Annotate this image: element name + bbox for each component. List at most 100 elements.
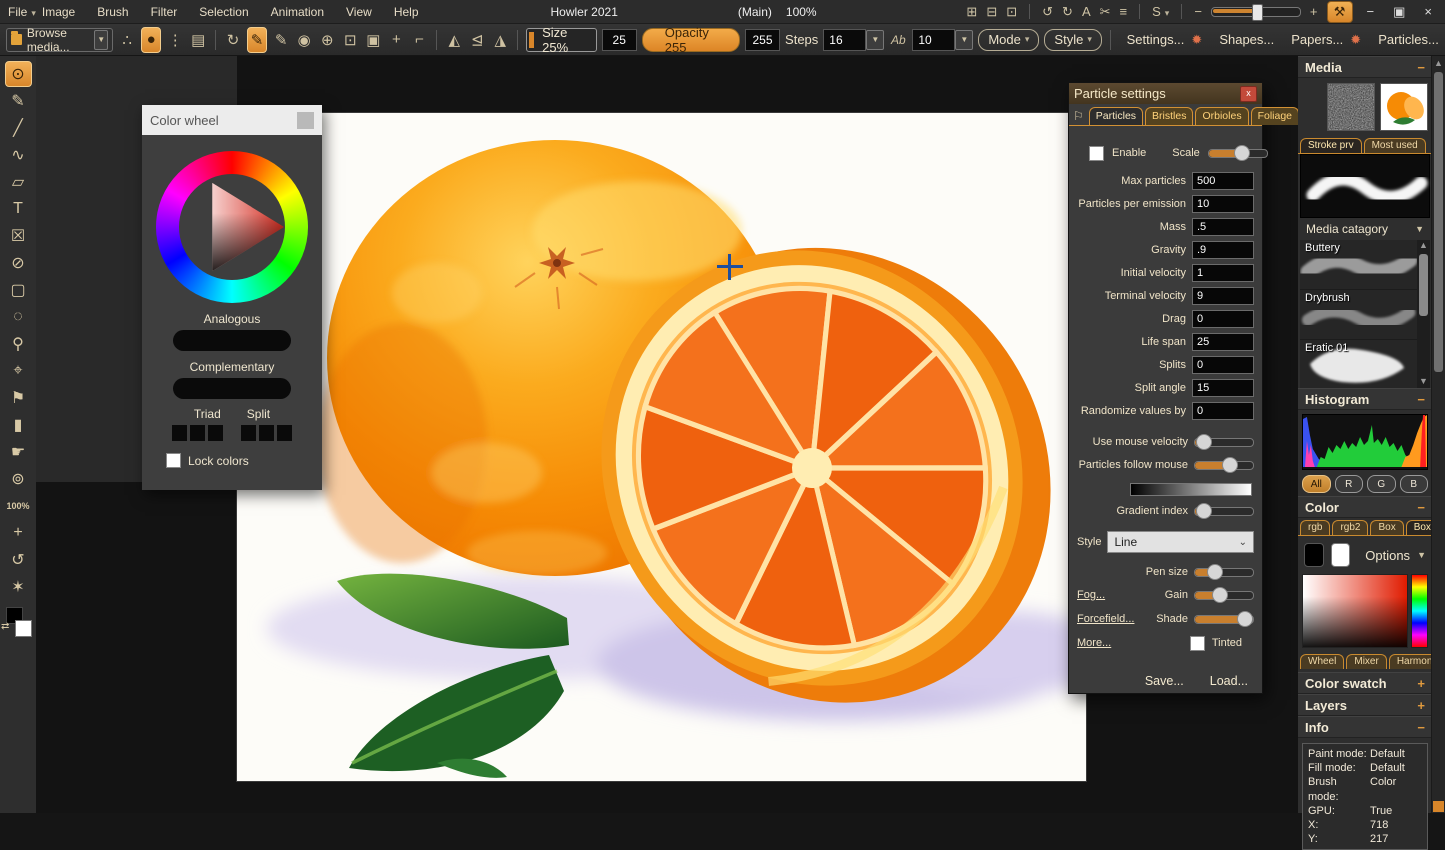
browse-media-dropdown[interactable]: ▼ [94, 30, 108, 50]
info-section-header[interactable]: Info − [1298, 716, 1432, 738]
menu-animation[interactable]: Animation [271, 5, 324, 19]
menu-view[interactable]: View [346, 5, 372, 19]
tab-bristles[interactable]: Bristles [1145, 107, 1193, 125]
smoothing-icon[interactable]: S [1152, 4, 1169, 19]
brush-item[interactable]: Buttery [1300, 240, 1430, 290]
flip-horizontal-icon[interactable]: ◭ [445, 28, 463, 52]
paper-texture-thumbnail[interactable] [1327, 83, 1375, 131]
menu-help[interactable]: Help [394, 5, 419, 19]
histogram-g-button[interactable]: G [1367, 475, 1396, 493]
slider-plus-icon[interactable]: + [1310, 4, 1318, 19]
scrollbar-thumb[interactable] [1434, 72, 1443, 372]
undo-tool[interactable]: ↺ [5, 547, 32, 573]
tab-particles[interactable]: Particles [1089, 107, 1143, 125]
particles-link[interactable]: Particles... [1378, 32, 1439, 47]
zoom-100-tool[interactable]: 100% [5, 493, 32, 519]
picker-tool[interactable]: ⌖ [5, 358, 32, 384]
save-button[interactable]: Save... [1145, 674, 1184, 688]
options-dropdown[interactable]: Options [1365, 548, 1410, 563]
color-wheel-close-button[interactable] [297, 112, 314, 129]
tab-foliage[interactable]: Foliage [1251, 107, 1299, 125]
scroll-up-icon[interactable]: ▲ [1419, 240, 1428, 252]
splits-input[interactable] [1192, 356, 1254, 374]
saturation-value-box[interactable] [1302, 574, 1408, 648]
life-span-input[interactable] [1192, 333, 1254, 351]
split-angle-input[interactable] [1192, 379, 1254, 397]
image-thumbnail[interactable] [1380, 83, 1428, 131]
gradient-index-slider[interactable] [1194, 507, 1254, 516]
panel-scrollbar[interactable]: ▲ [1431, 56, 1445, 813]
scroll-down-icon[interactable]: ▼ [1419, 376, 1428, 388]
screen-layout-icon-2[interactable]: ⊟ [986, 4, 997, 20]
lasso-tool[interactable]: ⚲ [5, 331, 32, 357]
randomize-values-input[interactable] [1192, 402, 1254, 420]
text-tool[interactable]: T [5, 196, 32, 222]
tab-rgb2[interactable]: rgb2 [1332, 520, 1368, 535]
background-color-swatch[interactable] [15, 620, 32, 637]
color-swatch-expand-button[interactable]: + [1417, 676, 1425, 691]
layers-section-header[interactable]: Layers + [1298, 694, 1432, 716]
clear-selection-tool[interactable]: ☒ [5, 223, 32, 249]
lock-colors-checkbox[interactable] [166, 453, 181, 468]
drag-input[interactable] [1192, 310, 1254, 328]
star-box-icon[interactable]: ▣ [364, 28, 382, 52]
histogram-b-button[interactable]: B [1400, 475, 1429, 493]
more-link[interactable]: More... [1077, 637, 1111, 649]
menu-brush[interactable]: Brush [97, 5, 128, 19]
screen-layout-icon-1[interactable]: ⊞ [966, 4, 977, 20]
pin-icon[interactable]: ⚐ [1073, 109, 1084, 123]
max-particles-input[interactable] [1192, 172, 1254, 190]
fg-bg-swatches[interactable]: ⇄ [3, 607, 33, 643]
color-swatch-section-header[interactable]: Color swatch + [1298, 672, 1432, 694]
histogram-r-button[interactable]: R [1335, 475, 1364, 493]
info-collapse-button[interactable]: − [1417, 720, 1425, 735]
rect-select-tool[interactable]: ▢ [5, 277, 32, 303]
primary-color-swatch[interactable] [1304, 543, 1324, 567]
forcefield-link[interactable]: Forcefield... [1077, 613, 1134, 625]
analogous-swatch[interactable] [173, 330, 291, 351]
move-tool[interactable]: + [5, 520, 32, 546]
color-section-header[interactable]: Color − [1298, 496, 1432, 518]
media-section-header[interactable]: Media − [1298, 56, 1432, 78]
enable-checkbox[interactable] [1089, 146, 1104, 161]
media-category-select[interactable]: Media catagory ▼ [1298, 218, 1432, 240]
brush-size-slider[interactable] [1211, 7, 1301, 17]
polyline-tool[interactable]: ╱ [5, 115, 32, 141]
rotate-brush-icon[interactable]: ↻ [224, 28, 242, 52]
steps-combo[interactable]: 16 ▼ [823, 29, 884, 51]
mode-button[interactable]: Mode [978, 29, 1039, 51]
tab-box[interactable]: Box [1370, 520, 1403, 535]
star-tool[interactable]: ✶ [5, 574, 32, 600]
hue-ring[interactable] [156, 151, 308, 303]
hook-icon[interactable]: ⌐ [410, 28, 428, 52]
shade-slider[interactable] [1194, 615, 1254, 624]
histogram-collapse-button[interactable]: − [1417, 392, 1425, 407]
tinted-checkbox[interactable] [1190, 636, 1205, 651]
media-collapse-button[interactable]: − [1417, 60, 1425, 75]
scissors-icon[interactable]: ✂ [1100, 4, 1111, 20]
size-button[interactable]: Size 25% [526, 28, 597, 52]
roller-tool[interactable]: ▮ [5, 412, 32, 438]
transform-tool[interactable]: ▱ [5, 169, 32, 195]
histogram-all-button[interactable]: All [1302, 475, 1331, 493]
slider-minus-icon[interactable]: − [1194, 4, 1202, 19]
target-icon[interactable]: ⊕ [318, 28, 336, 52]
load-button[interactable]: Load... [1210, 674, 1248, 688]
style-button[interactable]: Style [1044, 29, 1101, 51]
stamp-icon[interactable]: ▤ [189, 28, 207, 52]
redo-icon[interactable]: ↻ [1062, 4, 1073, 20]
opacity-value-box[interactable]: 255 [745, 29, 780, 51]
particle-settings-close-button[interactable]: x [1240, 86, 1257, 102]
pen-mode-icon[interactable]: ✎ [247, 27, 267, 53]
style-select[interactable]: Line ⌄ [1107, 531, 1254, 553]
canvas[interactable] [237, 113, 1086, 781]
deselect-ellipse-tool[interactable]: ⊘ [5, 250, 32, 276]
size-value-box[interactable]: 25 [602, 29, 637, 51]
opacity-button[interactable]: Opacity 255 [642, 28, 740, 52]
papers-link[interactable]: Papers... [1291, 32, 1343, 47]
compass-icon[interactable]: ◉ [295, 28, 313, 52]
particles-per-emission-input[interactable] [1192, 195, 1254, 213]
particle-settings-titlebar[interactable]: Particle settings x [1069, 83, 1262, 104]
spacing-dropdown[interactable]: ▼ [955, 30, 973, 50]
restore-button[interactable]: ▣ [1388, 4, 1410, 20]
